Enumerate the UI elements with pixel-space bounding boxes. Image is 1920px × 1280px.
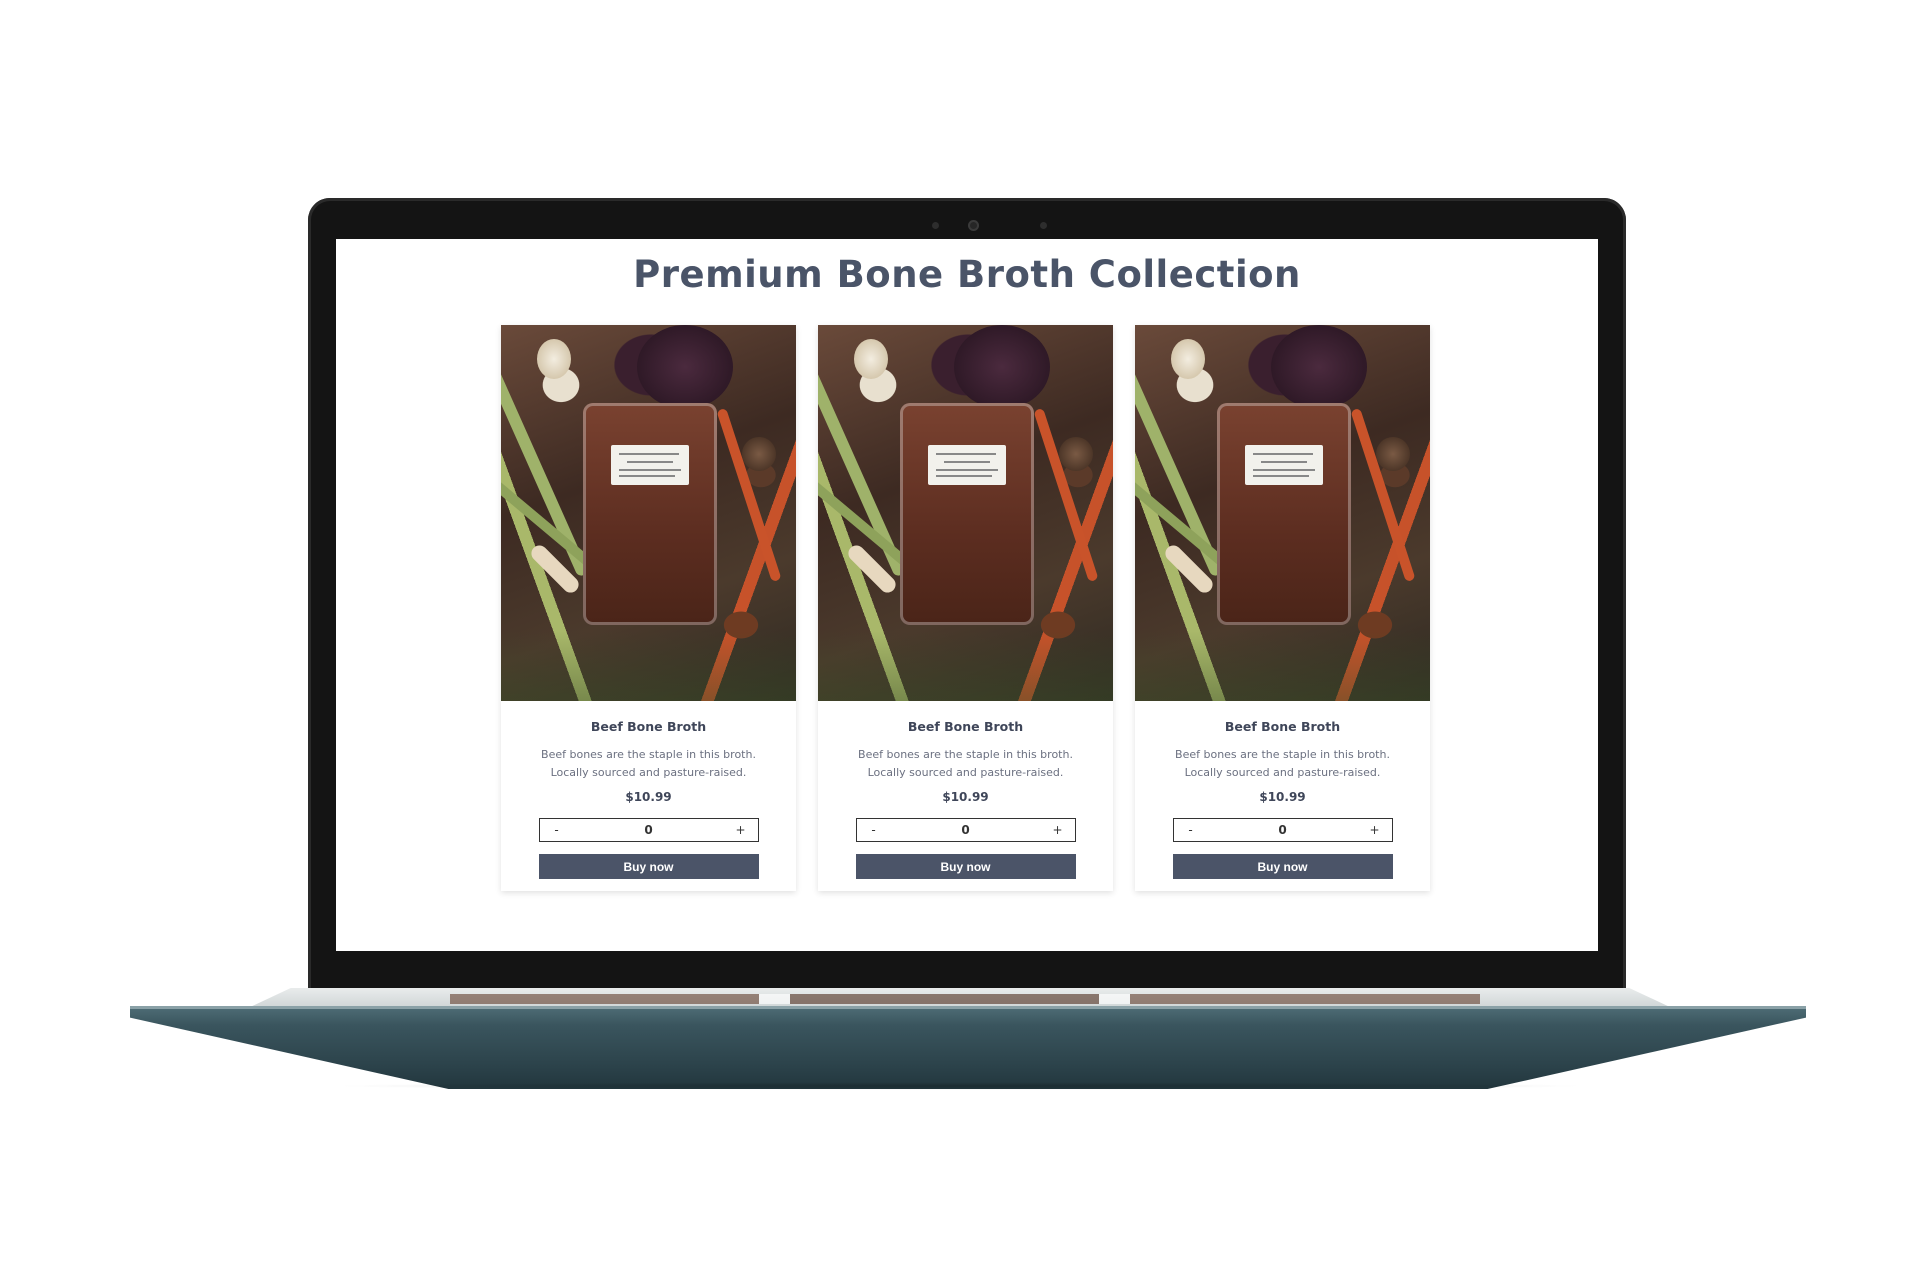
label-line — [619, 475, 675, 477]
cabbage-graphic — [637, 325, 733, 409]
quantity-stepper: - 0 + — [538, 818, 759, 842]
increment-button[interactable]: + — [1368, 823, 1382, 837]
decrement-button[interactable]: - — [550, 823, 564, 837]
onion-graphic — [1171, 339, 1205, 379]
mushroom-graphic — [1376, 437, 1410, 471]
buy-now-button[interactable]: Buy now — [1172, 854, 1393, 879]
product-name: Beef Bone Broth — [590, 719, 707, 734]
carrot-graphic — [1033, 407, 1099, 583]
label-line — [936, 453, 996, 455]
buy-now-button[interactable]: Buy now — [538, 854, 759, 879]
cabbage-graphic — [954, 325, 1050, 409]
product-card: Beef Bone Broth Beef bones are the stapl… — [501, 325, 796, 891]
buy-now-button[interactable]: Buy now — [855, 854, 1076, 879]
label-line — [936, 475, 992, 477]
mushroom-graphic — [1059, 437, 1093, 471]
broth-bag-graphic — [900, 403, 1034, 625]
onion-graphic — [537, 339, 571, 379]
label-line — [619, 453, 679, 455]
product-price: $10.99 — [1259, 790, 1306, 804]
bag-label — [1245, 445, 1323, 485]
product-description: Beef bones are the staple in this broth.… — [1175, 748, 1390, 779]
label-line — [936, 469, 998, 471]
increment-button[interactable]: + — [734, 823, 748, 837]
cabbage-graphic — [1271, 325, 1367, 409]
product-image[interactable] — [818, 325, 1113, 701]
carrot-graphic — [1350, 407, 1416, 583]
laptop-screen: Premium Bone Broth Collection Beef Bone … — [336, 239, 1598, 951]
quantity-value[interactable]: 0 — [881, 823, 1051, 837]
decrement-button[interactable]: - — [1184, 823, 1198, 837]
increment-button[interactable]: + — [1051, 823, 1065, 837]
product-card: Beef Bone Broth Beef bones are the stapl… — [1135, 325, 1430, 891]
label-line — [1253, 453, 1313, 455]
onion-graphic — [854, 339, 888, 379]
label-line — [619, 469, 681, 471]
sensor-dot — [1040, 222, 1047, 229]
product-image[interactable] — [1135, 325, 1430, 701]
quantity-stepper: - 0 + — [1172, 818, 1393, 842]
product-name: Beef Bone Broth — [1224, 719, 1341, 734]
herbs-graphic — [818, 631, 1113, 701]
product-image[interactable] — [501, 325, 796, 701]
product-grid: Beef Bone Broth Beef bones are the stapl… — [501, 325, 1430, 891]
label-line — [944, 461, 990, 463]
sensor-dot — [932, 222, 939, 229]
product-description: Beef bones are the staple in this broth.… — [858, 748, 1073, 779]
bag-label — [928, 445, 1006, 485]
broth-bag-graphic — [1217, 403, 1351, 625]
screen-reflection — [450, 994, 1480, 1004]
label-line — [1253, 469, 1315, 471]
herbs-graphic — [1135, 631, 1430, 701]
webcam-icon — [968, 220, 979, 231]
product-price: $10.99 — [625, 790, 672, 804]
decrement-button[interactable]: - — [867, 823, 881, 837]
mushroom-graphic — [742, 437, 776, 471]
bag-label — [611, 445, 689, 485]
page-title: Premium Bone Broth Collection — [633, 253, 1301, 296]
product-card: Beef Bone Broth Beef bones are the stapl… — [818, 325, 1113, 891]
carrot-graphic — [716, 407, 782, 583]
quantity-stepper: - 0 + — [855, 818, 1076, 842]
product-price: $10.99 — [942, 790, 989, 804]
quantity-value[interactable]: 0 — [1198, 823, 1368, 837]
herbs-graphic — [501, 631, 796, 701]
label-line — [627, 461, 673, 463]
product-name: Beef Bone Broth — [907, 719, 1024, 734]
broth-bag-graphic — [583, 403, 717, 625]
camera-bar — [0, 220, 1920, 232]
quantity-value[interactable]: 0 — [564, 823, 734, 837]
product-description: Beef bones are the staple in this broth.… — [541, 748, 756, 779]
label-line — [1253, 475, 1309, 477]
laptop-base — [130, 1006, 1806, 1089]
label-line — [1261, 461, 1307, 463]
laptop-shadow — [330, 1082, 1590, 1090]
